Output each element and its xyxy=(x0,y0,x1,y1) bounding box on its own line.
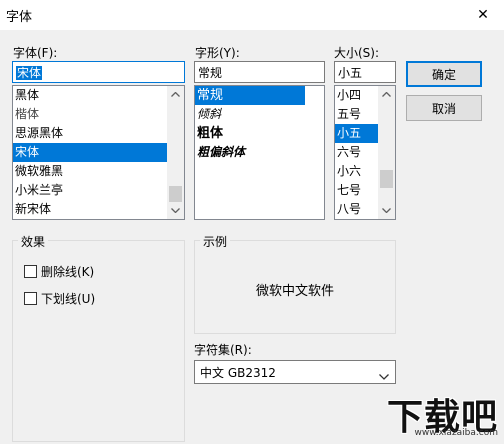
strikeout-option[interactable]: 删除线(K) xyxy=(24,263,94,280)
style-list-item[interactable]: 倾斜 xyxy=(195,105,305,124)
underline-checkbox[interactable] xyxy=(24,292,37,305)
font-size-value: 小五 xyxy=(338,66,363,80)
font-list-item[interactable]: 楷体 xyxy=(13,105,167,124)
window-title: 字体 xyxy=(6,10,33,25)
font-label: 字体(F): xyxy=(13,46,58,60)
underline-label: 下划线(U) xyxy=(41,292,96,306)
font-size-input[interactable]: 小五 xyxy=(334,61,396,83)
sample-group-label: 示例 xyxy=(200,233,231,250)
underline-option[interactable]: 下划线(U) xyxy=(24,290,95,307)
font-list[interactable]: 黑体 楷体 思源黑体 宋体 微软雅黑 小米兰亭 新宋体 xyxy=(12,85,185,220)
scroll-up-icon[interactable] xyxy=(378,86,395,103)
strikeout-checkbox[interactable] xyxy=(24,265,37,278)
title-bar xyxy=(0,0,504,30)
style-label: 字形(Y): xyxy=(195,46,240,60)
font-list-item[interactable]: 微软雅黑 xyxy=(13,162,167,181)
watermark-url: www.xiazaiba.com xyxy=(414,428,498,438)
scroll-up-icon[interactable] xyxy=(167,86,184,103)
font-list-item[interactable]: 思源黑体 xyxy=(13,124,167,143)
scroll-down-icon[interactable] xyxy=(167,202,184,219)
script-combobox[interactable]: 中文 GB2312 xyxy=(194,360,396,384)
size-label: 大小(S): xyxy=(334,46,380,60)
size-list-item[interactable]: 小四 xyxy=(335,86,378,105)
size-list-item[interactable]: 六号 xyxy=(335,143,378,162)
font-list-item[interactable]: 黑体 xyxy=(13,86,167,105)
size-list-item[interactable]: 八号 xyxy=(335,200,378,219)
scroll-thumb[interactable] xyxy=(169,186,182,202)
font-name-value: 宋体 xyxy=(16,66,43,80)
chevron-down-icon xyxy=(379,369,389,383)
sample-text: 微软中文软件 xyxy=(255,284,334,299)
size-list-item[interactable]: 小六 xyxy=(335,162,378,181)
font-list-item[interactable]: 新宋体 xyxy=(13,200,167,219)
close-icon: ✕ xyxy=(477,7,489,23)
size-list-item[interactable]: 七号 xyxy=(335,181,378,200)
close-button[interactable]: ✕ xyxy=(462,0,504,30)
style-list-item[interactable]: 粗偏斜体 xyxy=(195,143,305,162)
cancel-button[interactable]: 取消 xyxy=(406,95,482,121)
font-style-input[interactable]: 常规 xyxy=(194,61,325,83)
size-list[interactable]: 小四 五号 小五 六号 小六 七号 八号 xyxy=(334,85,396,220)
size-list-scrollbar[interactable] xyxy=(378,86,395,219)
ok-button[interactable]: 确定 xyxy=(406,61,482,87)
font-list-item-selected[interactable]: 宋体 xyxy=(13,143,167,162)
size-list-item-selected[interactable]: 小五 xyxy=(335,124,378,143)
size-list-item[interactable]: 五号 xyxy=(335,105,378,124)
style-list-item-selected[interactable]: 常规 xyxy=(195,86,305,105)
scroll-down-icon[interactable] xyxy=(378,202,395,219)
font-list-scrollbar[interactable] xyxy=(167,86,184,219)
strikeout-label: 删除线(K) xyxy=(41,265,95,279)
font-list-item[interactable]: 小米兰亭 xyxy=(13,181,167,200)
scroll-thumb[interactable] xyxy=(380,170,393,188)
cancel-button-label: 取消 xyxy=(431,101,456,116)
ok-button-label: 确定 xyxy=(431,67,456,82)
effects-group-label: 效果 xyxy=(18,233,49,250)
font-name-input[interactable]: 宋体 xyxy=(12,61,185,83)
script-label: 字符集(R): xyxy=(194,343,252,357)
style-list-item[interactable]: 粗体 xyxy=(195,124,305,143)
font-style-value: 常规 xyxy=(198,66,223,80)
style-list[interactable]: 常规 倾斜 粗体 粗偏斜体 xyxy=(194,85,325,220)
script-value: 中文 GB2312 xyxy=(200,365,276,380)
